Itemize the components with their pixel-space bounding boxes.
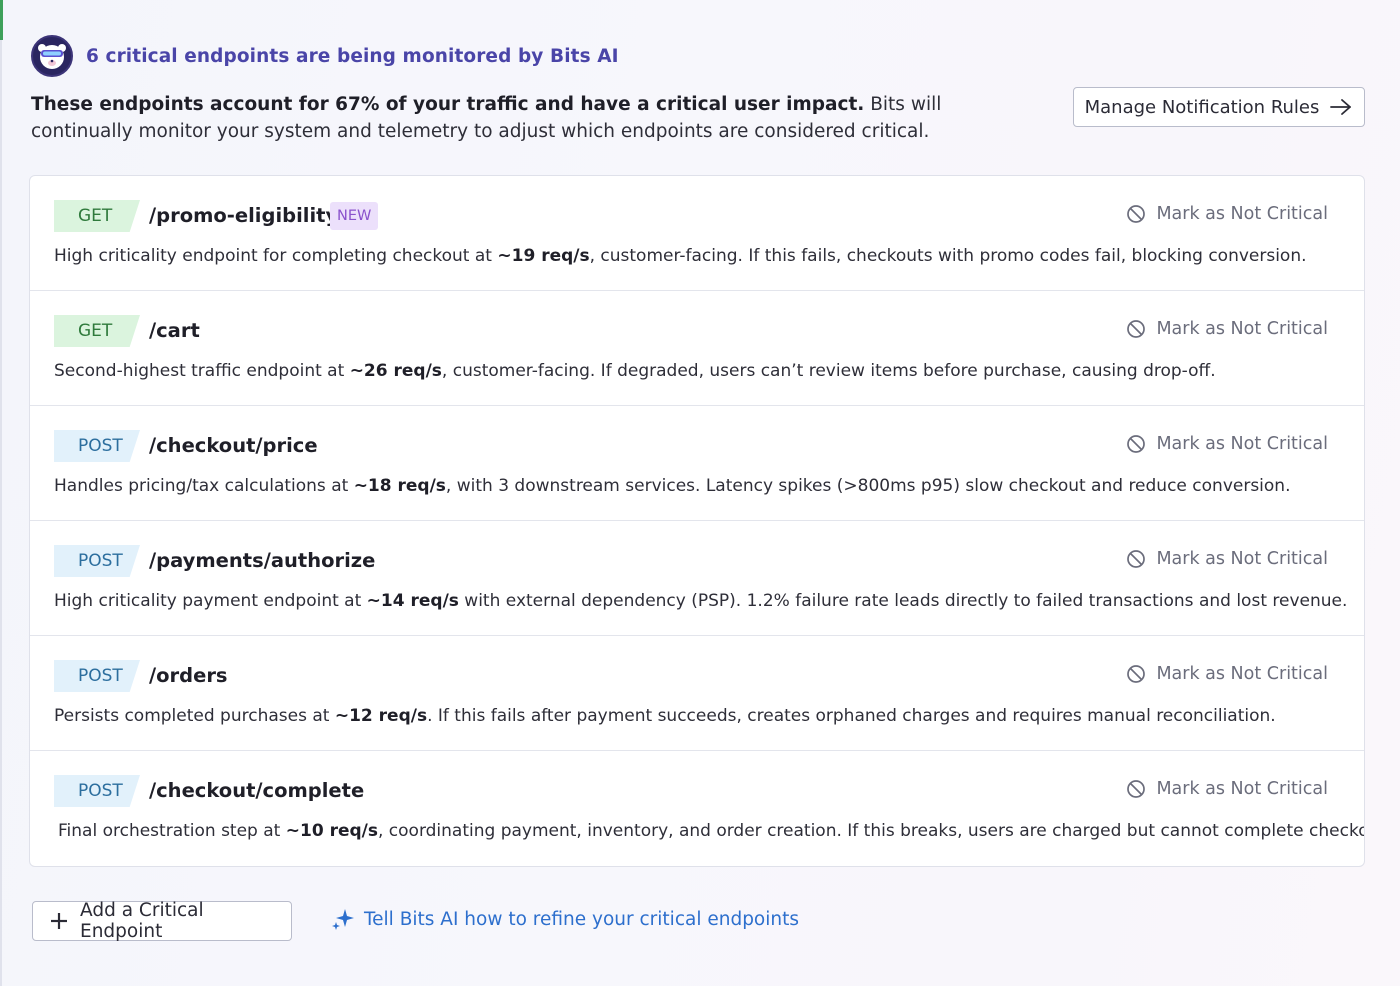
endpoint-description: Final orchestration step at ~10 req/s, c…	[58, 818, 1365, 844]
endpoint-description: Handles pricing/tax calculations at ~18 …	[54, 473, 1291, 499]
endpoint-row: GET /promo-eligibility NEW Mark as Not C…	[30, 176, 1364, 291]
ban-icon	[1126, 204, 1146, 224]
endpoint-row: POST /checkout/complete Mark as Not Crit…	[30, 751, 1364, 866]
mark-not-critical-label: Mark as Not Critical	[1156, 434, 1328, 454]
ban-icon	[1126, 549, 1146, 569]
endpoint-row: POST /checkout/price Mark as Not Critica…	[30, 406, 1364, 521]
method-badge: GET	[54, 200, 140, 232]
manage-button-label: Manage Notification Rules	[1084, 96, 1320, 118]
request-rate: ~26 req/s	[349, 361, 442, 381]
add-critical-endpoint-button[interactable]: Add a Critical Endpoint	[32, 900, 292, 942]
endpoint-row: POST /payments/authorize Mark as Not Cri…	[30, 521, 1364, 636]
desc-text: Final orchestration step at	[58, 821, 286, 841]
request-rate: ~10 req/s	[285, 821, 378, 841]
method-badge: GET	[54, 315, 140, 347]
method-badge: POST	[54, 775, 140, 807]
request-rate: ~12 req/s	[334, 706, 428, 726]
desc-text: Handles pricing/tax calculations at	[54, 476, 354, 496]
endpoint-path: /checkout/complete	[149, 779, 365, 802]
desc-text: Persists completed purchases at	[54, 706, 335, 726]
mark-not-critical-label: Mark as Not Critical	[1156, 664, 1328, 684]
desc-text: , with 3 downstream services. Latency sp…	[445, 476, 1291, 496]
endpoint-description: Second-highest traffic endpoint at ~26 r…	[54, 358, 1216, 384]
intro-bold: These endpoints account for 67% of your …	[31, 94, 865, 115]
mark-not-critical-button[interactable]: Mark as Not Critical	[1126, 664, 1328, 684]
plus-icon	[49, 911, 69, 931]
left-edge	[0, 0, 2, 986]
mark-not-critical-button[interactable]: Mark as Not Critical	[1126, 549, 1328, 569]
mark-not-critical-button[interactable]: Mark as Not Critical	[1126, 204, 1328, 224]
bits-ai-avatar-icon	[31, 35, 73, 77]
ban-icon	[1126, 434, 1146, 454]
method-badge: POST	[54, 660, 140, 692]
desc-text: , coordinating payment, inventory, and o…	[377, 821, 1365, 841]
method-badge: POST	[54, 545, 140, 577]
desc-text: High criticality endpoint for completing…	[54, 246, 498, 266]
ban-icon	[1126, 664, 1146, 684]
new-badge: NEW	[330, 202, 379, 230]
endpoint-path: /checkout/price	[149, 434, 318, 457]
sparkle-icon	[331, 907, 355, 931]
desc-text: , customer-facing. If this fails, checko…	[589, 246, 1307, 266]
intro-text: These endpoints account for 67% of your …	[31, 91, 961, 145]
endpoint-path: /promo-eligibility	[149, 204, 339, 227]
refine-link-label: Tell Bits AI how to refine your critical…	[364, 908, 800, 930]
endpoints-list: GET /promo-eligibility NEW Mark as Not C…	[29, 175, 1365, 867]
mark-not-critical-button[interactable]: Mark as Not Critical	[1126, 779, 1328, 799]
refine-endpoints-link[interactable]: Tell Bits AI how to refine your critical…	[331, 907, 799, 931]
endpoint-row: GET /cart Mark as Not Critical Second-hi…	[30, 291, 1364, 406]
page: 6 critical endpoints are being monitored…	[0, 0, 1400, 986]
desc-text: High criticality payment endpoint at	[54, 591, 367, 611]
header: 6 critical endpoints are being monitored…	[31, 35, 619, 77]
mark-not-critical-button[interactable]: Mark as Not Critical	[1126, 319, 1328, 339]
mark-not-critical-label: Mark as Not Critical	[1156, 549, 1328, 569]
mark-not-critical-button[interactable]: Mark as Not Critical	[1126, 434, 1328, 454]
left-edge-marker	[0, 0, 3, 40]
ban-icon	[1126, 779, 1146, 799]
ban-icon	[1126, 319, 1146, 339]
desc-text: , customer-facing. If degraded, users ca…	[441, 361, 1216, 381]
desc-text: . If this fails after payment succeeds, …	[427, 706, 1276, 726]
endpoint-path: /payments/authorize	[149, 549, 376, 572]
method-badge: POST	[54, 430, 140, 462]
header-title: 6 critical endpoints are being monitored…	[86, 45, 619, 67]
endpoint-row: POST /orders Mark as Not Critical Persis…	[30, 636, 1364, 751]
endpoint-description: High criticality payment endpoint at ~14…	[54, 588, 1347, 614]
endpoint-description: Persists completed purchases at ~12 req/…	[54, 703, 1276, 729]
add-button-label: Add a Critical Endpoint	[80, 900, 204, 942]
mark-not-critical-label: Mark as Not Critical	[1156, 319, 1328, 339]
desc-text: with external dependency (PSP). 1.2% fai…	[458, 591, 1348, 611]
desc-text: Second-highest traffic endpoint at	[54, 361, 350, 381]
endpoint-description: High criticality endpoint for completing…	[54, 243, 1307, 269]
endpoint-path: /orders	[149, 664, 228, 687]
endpoint-path: /cart	[149, 319, 200, 342]
request-rate: ~19 req/s	[497, 246, 590, 266]
mark-not-critical-label: Mark as Not Critical	[1156, 204, 1328, 224]
request-rate: ~18 req/s	[353, 476, 446, 496]
arrow-right-icon	[1329, 97, 1353, 117]
manage-notification-rules-button[interactable]: Manage Notification Rules	[1073, 87, 1365, 127]
mark-not-critical-label: Mark as Not Critical	[1156, 779, 1328, 799]
request-rate: ~14 req/s	[366, 591, 459, 611]
